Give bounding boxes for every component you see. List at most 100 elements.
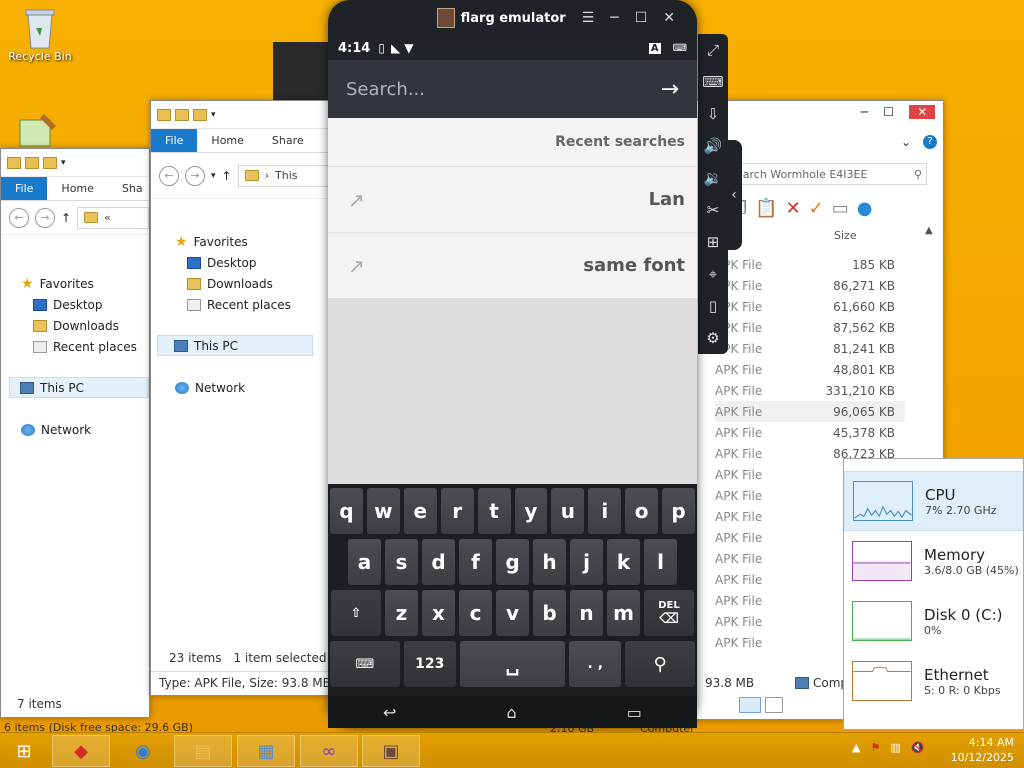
forward-button[interactable]: →: [185, 165, 205, 186]
volume-muted-icon[interactable]: 🔇: [911, 741, 925, 754]
close-icon[interactable]: ✕: [663, 10, 675, 26]
taskbar-visual-studio-icon[interactable]: ∞: [300, 735, 358, 767]
perf-disk[interactable]: Disk 0 (C:) 0%: [844, 591, 1023, 651]
taskbar-app-red-icon[interactable]: ◆: [52, 735, 110, 767]
explorer-window-left[interactable]: ▾ File Home Sha ← → ↑ « ★ Favorites Deskt…: [0, 148, 150, 718]
key-r[interactable]: r: [440, 488, 474, 534]
key-a[interactable]: a: [348, 539, 381, 585]
delete-icon[interactable]: ✕: [786, 198, 801, 219]
nav-network[interactable]: Network: [175, 377, 329, 398]
file-row[interactable]: APK File 185 KB: [715, 254, 905, 275]
action-center-flag-icon[interactable]: ⚑: [870, 741, 880, 754]
key-f[interactable]: f: [459, 539, 492, 585]
back-button[interactable]: ←: [9, 207, 29, 228]
perf-memory[interactable]: Memory 3.6/8.0 GB (45%): [844, 531, 1023, 591]
tab-share[interactable]: Share: [258, 129, 318, 152]
search-box[interactable]: earch Wormhole E4I3EE ⚲: [731, 163, 927, 185]
key-o[interactable]: o: [625, 488, 659, 534]
shift-key-icon[interactable]: ⇧: [331, 590, 381, 636]
search-input[interactable]: [346, 78, 661, 100]
tab-home[interactable]: Home: [197, 129, 257, 152]
file-row[interactable]: APK File 87,562 KB: [715, 317, 905, 338]
dropdown-icon[interactable]: ▾: [61, 158, 66, 168]
key-y[interactable]: y: [514, 488, 548, 534]
key-v[interactable]: v: [496, 590, 529, 636]
taskbar-browser-icon[interactable]: ◉: [114, 735, 172, 767]
location-pin-icon[interactable]: ⌖: [698, 258, 728, 290]
help-icon[interactable]: ?: [923, 135, 937, 149]
perf-ethernet[interactable]: Ethernet S: 0 R: 0 Kbps: [844, 651, 1023, 711]
key-g[interactable]: g: [496, 539, 529, 585]
add-window-icon[interactable]: ⊞: [698, 226, 728, 258]
tiles-view-icon[interactable]: [765, 697, 783, 713]
file-row-selected[interactable]: APK File 96,065 KB: [715, 401, 905, 422]
volume-down-icon[interactable]: 🔉: [698, 162, 728, 194]
punctuation-key[interactable]: . ,: [569, 641, 622, 687]
key-b[interactable]: b: [533, 590, 566, 636]
back-button[interactable]: ←: [159, 165, 179, 186]
tray-expand-icon[interactable]: ▲: [852, 741, 860, 754]
ribbon-expand-icon[interactable]: ⌄: [901, 135, 911, 149]
nav-this-pc[interactable]: This PC: [157, 335, 313, 356]
nav-favorites[interactable]: ★ Favorites: [21, 273, 149, 294]
explorer-window-middle[interactable]: ▾ File Home Share ← → ▾ ↑ › This ★ Favorit…: [150, 100, 330, 696]
install-apk-icon[interactable]: ⇩: [698, 98, 728, 130]
nav-favorites[interactable]: ★ Favorites: [175, 231, 329, 252]
file-row[interactable]: APK File 331,210 KB: [715, 380, 905, 401]
emulator-window[interactable]: flarg emulator ☰ ─ ☐ ✕ 4:14 ▯ ◣ ▼ A ⌨ → …: [328, 0, 697, 728]
forward-button[interactable]: →: [35, 207, 55, 228]
nav-this-pc[interactable]: This PC: [9, 377, 149, 398]
key-e[interactable]: e: [403, 488, 437, 534]
minimize-icon[interactable]: ─: [861, 105, 868, 119]
maximize-icon[interactable]: ☐: [635, 10, 648, 26]
back-nav-icon[interactable]: ↩: [383, 703, 396, 722]
key-z[interactable]: z: [385, 590, 418, 636]
properties-icon[interactable]: [25, 156, 39, 169]
rename-icon[interactable]: ▭: [832, 198, 849, 219]
key-u[interactable]: u: [551, 488, 585, 534]
taskbar-explorer-icon[interactable]: ▤: [174, 735, 232, 767]
recents-nav-icon[interactable]: ▭: [627, 703, 642, 722]
maximize-icon[interactable]: ☐: [883, 105, 894, 119]
key-q[interactable]: q: [329, 488, 363, 534]
key-m[interactable]: m: [607, 590, 640, 636]
key-n[interactable]: n: [570, 590, 603, 636]
file-row[interactable]: APK File 86,271 KB: [715, 275, 905, 296]
properties-icon[interactable]: [175, 108, 189, 121]
space-bar-icon[interactable]: ␣: [459, 641, 566, 687]
tab-file[interactable]: File: [151, 129, 198, 152]
scissors-icon[interactable]: ✂: [698, 194, 728, 226]
scroll-up-icon[interactable]: ▲: [925, 225, 943, 241]
new-folder-icon[interactable]: [43, 156, 57, 169]
nav-recent-places[interactable]: Recent places: [21, 336, 149, 357]
tab-home[interactable]: Home: [47, 177, 107, 200]
volume-up-icon[interactable]: 🔊: [698, 130, 728, 162]
paste-icon[interactable]: 📋: [755, 198, 777, 219]
tab-file[interactable]: File: [1, 177, 48, 200]
up-button[interactable]: ↑: [222, 169, 232, 183]
delete-key[interactable]: DEL ⌫: [644, 590, 694, 636]
checkmark-icon[interactable]: ✓: [809, 198, 824, 219]
up-button[interactable]: ↑: [61, 211, 71, 225]
side-toolbar-expander[interactable]: ‹: [726, 140, 742, 250]
new-folder-icon[interactable]: [193, 108, 207, 121]
key-k[interactable]: k: [607, 539, 640, 585]
key-w[interactable]: w: [366, 488, 400, 534]
recycle-bin-shortcut[interactable]: Recycle Bin: [0, 6, 80, 63]
menu-icon[interactable]: ☰: [582, 10, 595, 26]
keyboard-icon[interactable]: ⌨: [698, 66, 728, 98]
search-key-icon[interactable]: ⚲: [625, 641, 695, 687]
key-i[interactable]: i: [588, 488, 622, 534]
nav-network[interactable]: Network: [21, 419, 149, 440]
taskbar-task-manager-icon[interactable]: ▦: [237, 735, 295, 767]
key-p[interactable]: p: [662, 488, 696, 534]
file-row[interactable]: APK File 45,378 KB: [715, 422, 905, 443]
details-view-icon[interactable]: [739, 697, 761, 713]
perf-cpu[interactable]: CPU 7% 2.70 GHz: [844, 471, 1023, 531]
column-header-size[interactable]: Size: [834, 229, 857, 242]
tab-share[interactable]: Sha: [108, 177, 149, 200]
settings-gear-icon[interactable]: ⚙: [698, 322, 728, 354]
task-manager-performance-panel[interactable]: CPU 7% 2.70 GHz Memory 3.6/8.0 GB (45%) Di…: [843, 458, 1024, 730]
key-l[interactable]: l: [644, 539, 677, 585]
notepad-shortcut-icon[interactable]: [16, 112, 58, 148]
